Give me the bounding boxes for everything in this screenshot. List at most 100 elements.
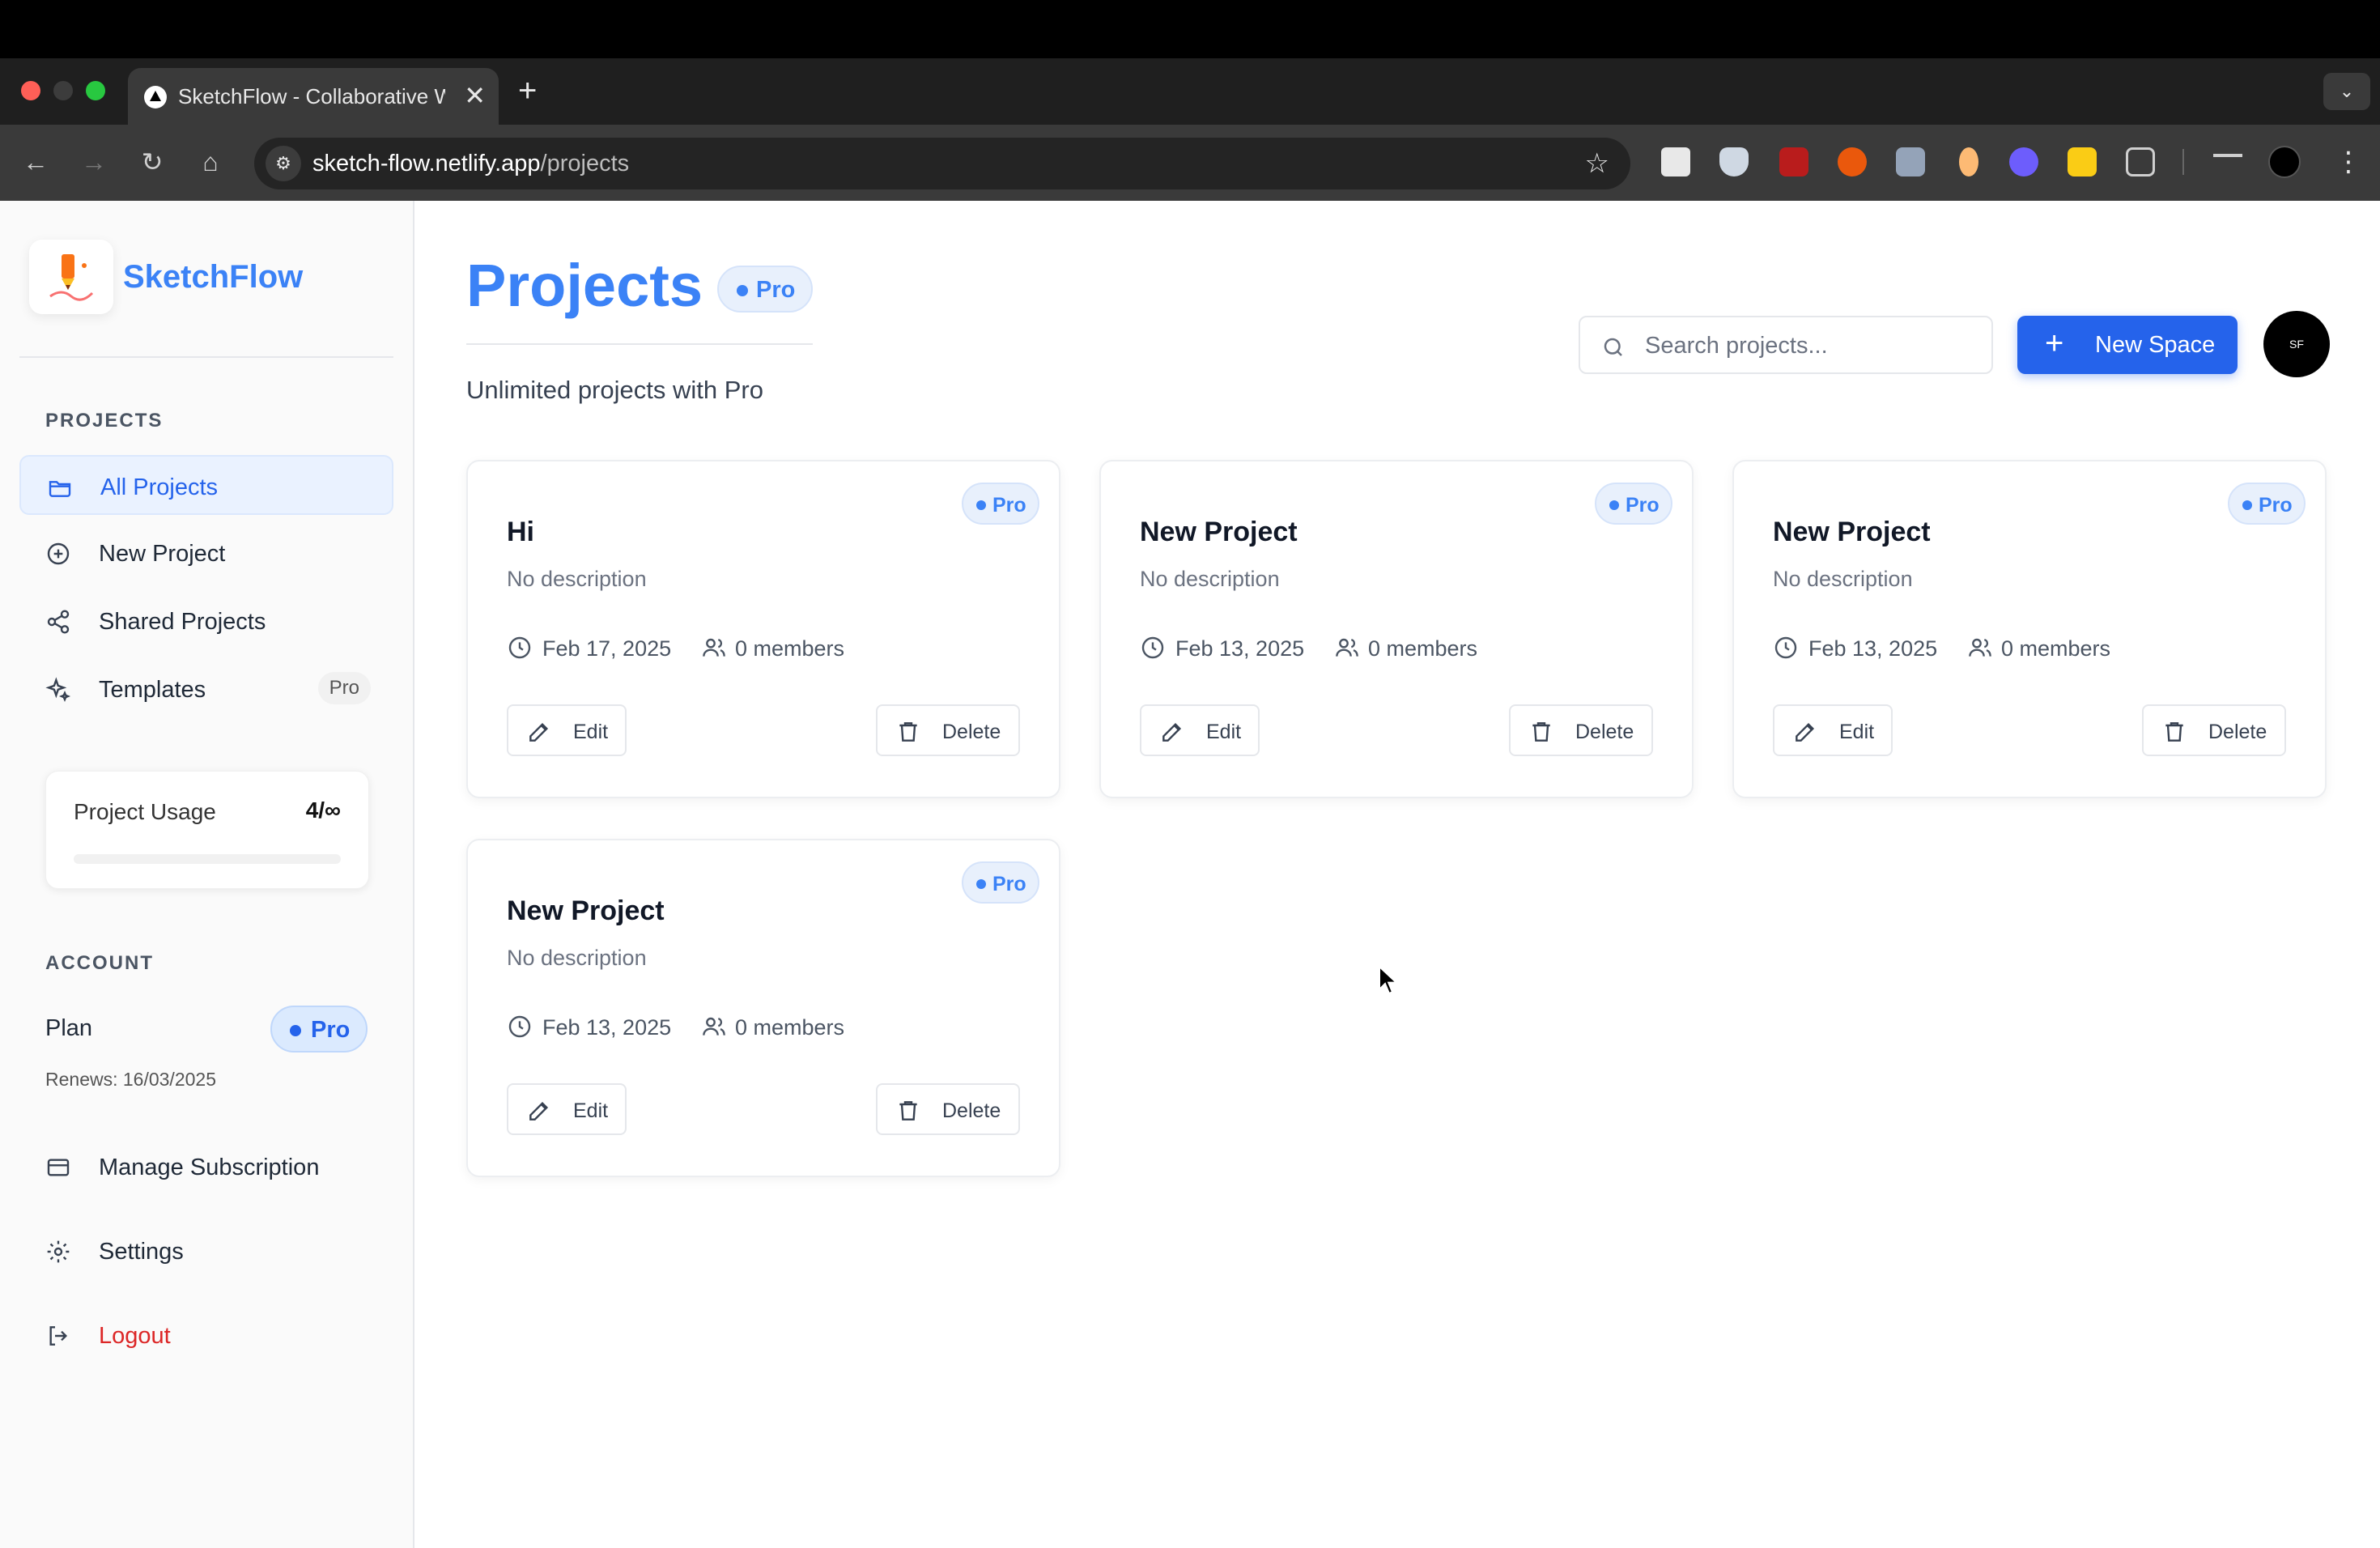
edit-button[interactable]: Edit — [1773, 704, 1893, 756]
forward-arrow-icon[interactable]: → — [76, 144, 112, 180]
back-arrow-icon[interactable]: ← — [18, 144, 53, 180]
users-icon — [703, 638, 725, 657]
sidebar-item-templates[interactable]: Templates Pro — [19, 659, 393, 719]
share-icon — [47, 610, 70, 634]
delete-button[interactable]: Delete — [2142, 704, 2286, 756]
usage-label: Project Usage — [74, 799, 216, 824]
extension-yellow-icon[interactable] — [2068, 147, 2097, 176]
address-bar[interactable]: ⚙ sketch-flow.netlify.app/projects ☆ — [254, 138, 1630, 189]
edit-button[interactable]: Edit — [507, 1083, 627, 1135]
sidebar-item-new-project[interactable]: New Project — [19, 523, 393, 583]
project-usage-card: Project Usage 4/∞ — [45, 771, 369, 889]
edit-button[interactable]: Edit — [1140, 704, 1260, 756]
new-space-label: New Space — [2095, 332, 2216, 358]
project-title[interactable]: New Project — [1140, 517, 1298, 548]
reload-icon[interactable]: ↻ — [134, 144, 170, 180]
project-pro-badge: Pro — [962, 861, 1039, 904]
maximize-window-button[interactable] — [86, 81, 105, 100]
sidebar-item-shared-projects[interactable]: Shared Projects — [19, 591, 393, 651]
sidebar-item-all-projects[interactable]: All Projects — [19, 455, 393, 515]
project-description: No description — [1773, 567, 1913, 591]
users-icon — [1336, 638, 1358, 657]
brand-name[interactable]: SketchFlow — [123, 259, 303, 296]
extensions-puzzle-icon[interactable] — [2126, 147, 2155, 176]
extension-screen-icon[interactable] — [1661, 147, 1690, 176]
media-controls-icon[interactable] — [2213, 154, 2242, 170]
url-host: sketch-flow.netlify.app — [312, 151, 541, 176]
new-tab-button[interactable]: + — [518, 74, 537, 107]
delete-label: Delete — [2208, 721, 2267, 743]
new-space-button[interactable]: + New Space — [2017, 316, 2238, 374]
project-title[interactable]: New Project — [1773, 517, 1931, 548]
credit-card-icon — [47, 1159, 70, 1176]
project-card[interactable]: Pro New Project No description Feb 13, 2025… — [1732, 460, 2327, 798]
minimize-window-button[interactable] — [53, 81, 73, 100]
tab-close-icon[interactable]: ✕ — [464, 81, 486, 110]
clock-icon — [508, 636, 531, 659]
user-avatar[interactable]: SF — [2263, 311, 2330, 377]
app-root: SketchFlow PROJECTS All Projects New Pro… — [0, 201, 2380, 1548]
plan-value: Pro — [311, 1017, 351, 1043]
sidebar-item-logout[interactable]: Logout — [19, 1305, 393, 1365]
delete-label: Delete — [942, 1099, 1001, 1122]
project-date: Feb 13, 2025 — [542, 1015, 672, 1040]
site-settings-icon[interactable]: ⚙ — [266, 146, 301, 181]
badge-dot — [1609, 500, 1619, 510]
logout-icon — [49, 1326, 68, 1346]
edit-button[interactable]: Edit — [507, 704, 627, 756]
folder-icon — [49, 481, 71, 497]
extension-orange-icon[interactable] — [1838, 147, 1867, 176]
project-description: No description — [1140, 567, 1280, 591]
sidebar-item-manage-subscription[interactable]: Manage Subscription — [19, 1137, 393, 1197]
usage-value: 4/∞ — [305, 797, 341, 823]
pencil-icon — [1162, 722, 1182, 742]
sparkles-icon — [45, 677, 71, 703]
app-logo[interactable] — [29, 240, 113, 314]
extension-card-icon[interactable] — [1896, 147, 1925, 176]
project-title[interactable]: Hi — [507, 517, 534, 548]
browser-tab[interactable]: SketchFlow - Collaborative W ✕ — [128, 68, 499, 125]
project-title[interactable]: New Project — [507, 895, 665, 927]
extension-pill-icon[interactable] — [1959, 147, 1978, 176]
sidebar-item-settings[interactable]: Settings — [19, 1221, 393, 1281]
extension-sparkle-icon[interactable] — [2009, 147, 2038, 176]
delete-button[interactable]: Delete — [1509, 704, 1653, 756]
sidebar-item-label: Logout — [99, 1323, 171, 1349]
edit-label: Edit — [1839, 721, 1875, 743]
project-description: No description — [507, 567, 647, 591]
url-text: sketch-flow.netlify.app/projects — [312, 151, 629, 177]
project-members: 0 members — [735, 1015, 845, 1040]
browser-menu-icon[interactable]: ⋮ — [2335, 144, 2362, 180]
browser-profile-avatar[interactable] — [2268, 146, 2301, 178]
search-box[interactable] — [1579, 316, 1993, 374]
clock-icon — [1774, 636, 1797, 659]
trash-icon — [1532, 722, 1550, 742]
badge-dot — [976, 879, 986, 889]
mouse-cursor-icon — [1379, 965, 1399, 995]
tab-search-dropdown-icon[interactable]: ⌄ — [2323, 73, 2370, 110]
badge-label: Pro — [756, 277, 796, 303]
project-card[interactable]: Pro New Project No description Feb 13, 2025… — [466, 839, 1060, 1177]
trash-icon — [899, 722, 917, 742]
site-favicon-icon — [144, 86, 167, 108]
trash-icon — [2165, 722, 2183, 742]
extension-ublock-icon[interactable] — [1779, 147, 1808, 176]
badge-dot — [737, 285, 748, 296]
bookmark-star-icon[interactable]: ☆ — [1585, 147, 1609, 180]
delete-button[interactable]: Delete — [876, 704, 1020, 756]
project-card[interactable]: Pro New Project No description Feb 13, 2025… — [1099, 460, 1694, 798]
search-input[interactable] — [1645, 329, 1977, 363]
trash-icon — [899, 1101, 917, 1121]
sidebar-item-label: Manage Subscription — [99, 1155, 320, 1180]
close-window-button[interactable] — [21, 81, 40, 100]
home-icon[interactable]: ⌂ — [193, 144, 228, 180]
project-members: 0 members — [735, 636, 845, 661]
page-subtitle: Unlimited projects with Pro — [466, 376, 763, 404]
delete-button[interactable]: Delete — [876, 1083, 1020, 1135]
project-date: Feb 13, 2025 — [1808, 636, 1938, 661]
extension-shield-icon[interactable] — [1719, 147, 1749, 176]
project-description: No description — [507, 946, 647, 970]
sidebar-item-label: Settings — [99, 1239, 184, 1265]
project-card[interactable]: Pro Hi No description Feb 17, 2025 0 members… — [466, 460, 1060, 798]
plan-label: Plan — [45, 1015, 93, 1041]
